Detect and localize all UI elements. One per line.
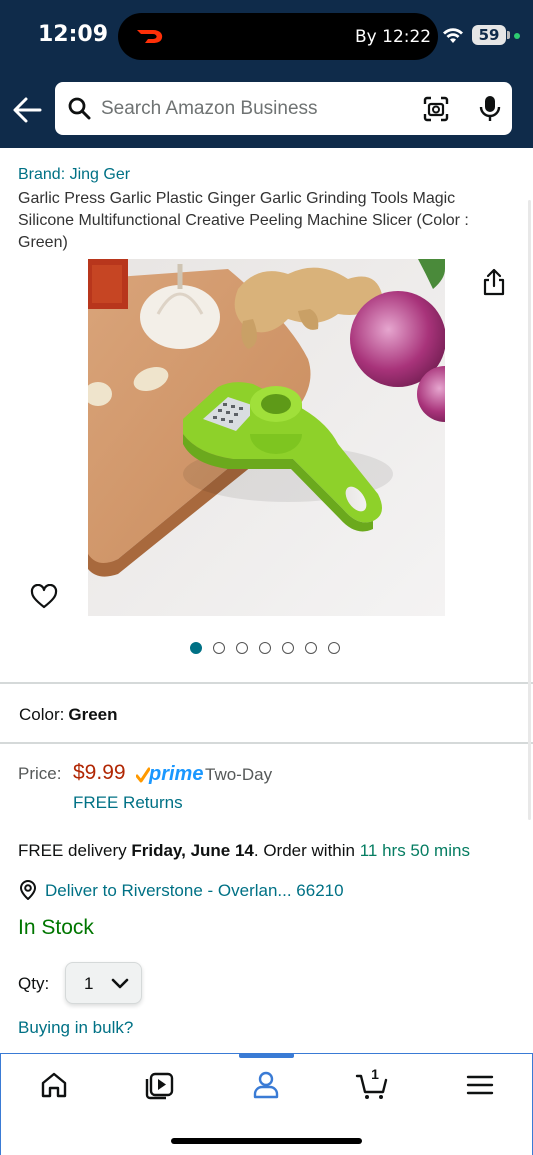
color-value: Green [68, 705, 118, 724]
carousel-dot[interactable] [328, 642, 340, 654]
home-indicator [171, 1138, 362, 1144]
menu-icon[interactable] [463, 1068, 497, 1102]
status-time: 12:09 [38, 22, 109, 47]
color-selector[interactable]: Color: Green [19, 705, 118, 725]
delivery-date: Friday, June 14 [131, 841, 254, 860]
chevron-down-icon [111, 978, 129, 989]
delivery-info: FREE delivery Friday, June 14. Order wit… [18, 841, 470, 861]
account-icon[interactable] [249, 1068, 283, 1102]
order-countdown: 11 hrs 50 mins [359, 841, 470, 860]
delivery-middle: . Order within [253, 841, 360, 860]
free-returns-link[interactable]: FREE Returns [73, 793, 183, 813]
cart-count-badge: 1 [371, 1066, 379, 1082]
wifi-icon [443, 28, 463, 43]
carousel-dot[interactable] [259, 642, 271, 654]
shipping-speed: Two-Day [205, 765, 273, 784]
quantity-dropdown[interactable]: 1 [65, 962, 142, 1004]
home-icon[interactable] [37, 1068, 71, 1102]
delivery-eta: By 12:22 [355, 27, 432, 47]
search-input[interactable] [101, 82, 401, 135]
quantity-value: 1 [84, 974, 94, 993]
color-label: Color: [19, 705, 65, 724]
active-tab-indicator [239, 1053, 294, 1058]
camera-scan-icon[interactable] [423, 96, 449, 122]
buying-in-bulk-link[interactable]: Buying in bulk? [18, 1018, 133, 1038]
share-icon[interactable] [481, 268, 507, 296]
app-header: 12:09 By 12:22 59 [0, 0, 533, 148]
stock-status: In Stock [18, 916, 94, 939]
carousel-dot[interactable] [213, 642, 225, 654]
price-value: $9.99 [73, 761, 126, 784]
charging-dot [514, 33, 520, 39]
carousel-dot[interactable] [190, 642, 202, 654]
product-image[interactable] [88, 259, 445, 616]
doordash-icon [137, 30, 163, 43]
prime-check-icon [136, 767, 150, 783]
heart-icon[interactable] [30, 584, 58, 610]
battery-tip [507, 31, 510, 39]
product-title: Garlic Press Garlic Plastic Ginger Garli… [18, 190, 469, 251]
video-icon[interactable] [143, 1068, 177, 1102]
section-divider [0, 682, 533, 684]
microphone-icon[interactable] [479, 94, 501, 122]
carousel-dot[interactable] [282, 642, 294, 654]
garlic-press-illustration [88, 259, 445, 616]
carousel-dot[interactable] [305, 642, 317, 654]
carousel-dot[interactable] [236, 642, 248, 654]
back-arrow-icon[interactable] [10, 94, 46, 126]
deliver-to-link[interactable]: Deliver to Riverstone - Overlan... 66210 [45, 881, 344, 901]
delivery-prefix: FREE delivery [18, 841, 132, 860]
section-divider [0, 742, 533, 744]
image-carousel-dots [190, 642, 340, 656]
prime-logo-text: prime [149, 763, 204, 785]
search-bar[interactable] [55, 82, 512, 135]
scrollbar[interactable] [528, 200, 531, 820]
battery-indicator: 59 [472, 25, 506, 45]
brand-link[interactable]: Brand: Jing Ger [18, 166, 130, 184]
price-label: Price: [18, 764, 62, 783]
search-icon [68, 97, 91, 120]
quantity-label: Qty: [18, 974, 50, 993]
location-pin-icon [19, 880, 37, 900]
